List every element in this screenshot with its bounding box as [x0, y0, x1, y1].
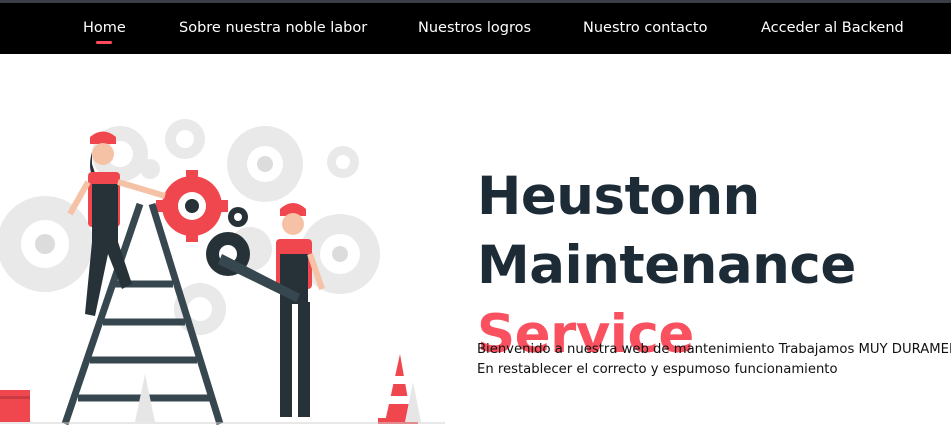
red-gear-icon [156, 170, 228, 242]
active-nav-indicator [96, 41, 112, 44]
hero-title: Heustonn Maintenance Service [477, 162, 856, 369]
nav-achievements-link[interactable]: Nuestros logros [418, 3, 531, 54]
nav-home-link[interactable]: Home [83, 3, 126, 54]
hero-description-line-1: Bienvenido a nuestra web de mantenimient… [477, 342, 951, 357]
nav-about-link[interactable]: Sobre nuestra noble labor [179, 3, 367, 54]
hero-description-line-2: En restablecer el correcto y espumoso fu… [477, 362, 838, 377]
toolbox-icon [0, 390, 30, 422]
main-navbar: Home Sobre nuestra noble labor Nuestros … [0, 3, 951, 54]
traffic-cone-icon [135, 354, 421, 424]
hero-description: Bienvenido a nuestra web de mantenimient… [477, 340, 951, 380]
nav-backend-link[interactable]: Acceder al Backend [761, 3, 904, 54]
maintenance-illustration [0, 119, 445, 426]
hero-title-line-1: Heustonn [477, 165, 760, 227]
nav-contact-link[interactable]: Nuestro contacto [583, 3, 707, 54]
hero-title-line-2: Maintenance [477, 234, 856, 296]
